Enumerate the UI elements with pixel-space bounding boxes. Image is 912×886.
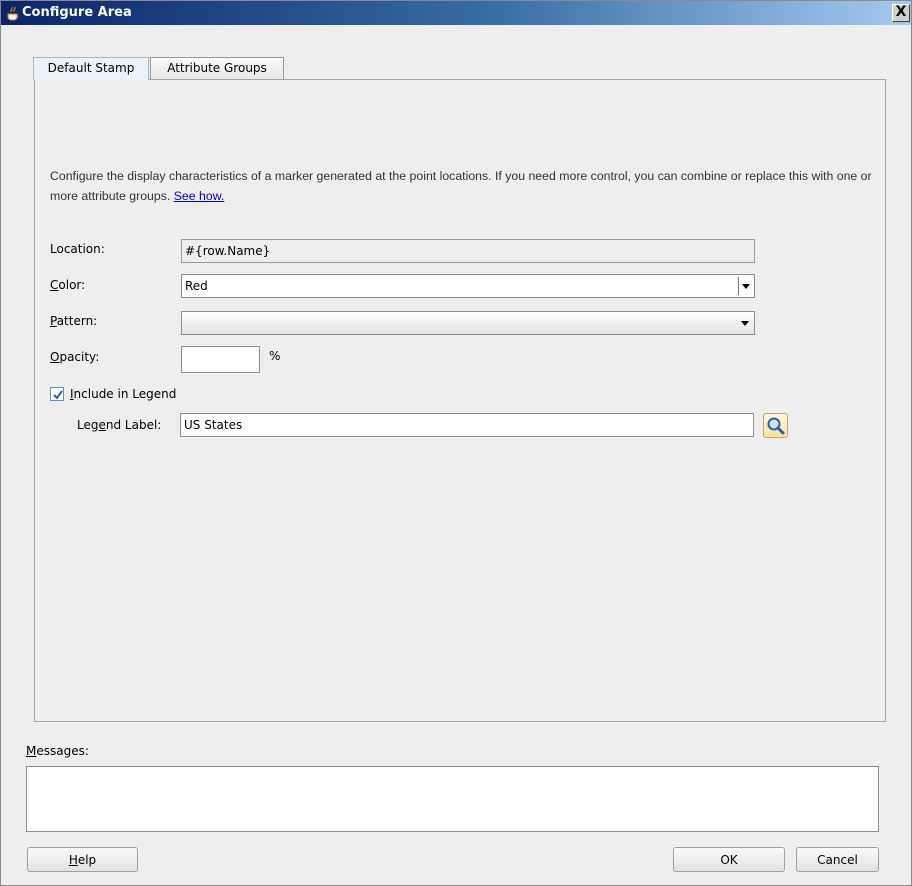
color-value: Red bbox=[185, 279, 208, 293]
tab-default-stamp[interactable]: Default Stamp bbox=[33, 57, 149, 80]
opacity-label: Opacity: bbox=[50, 350, 99, 364]
color-combobox[interactable]: Red bbox=[181, 274, 755, 298]
checkmark-icon bbox=[53, 390, 63, 400]
help-button[interactable]: Help bbox=[27, 847, 138, 872]
java-coffee-cup-icon bbox=[4, 4, 22, 22]
color-label-rest: olor: bbox=[58, 278, 86, 292]
ok-button[interactable]: OK bbox=[673, 847, 785, 872]
color-label: Color: bbox=[50, 278, 85, 292]
configure-area-dialog: Configure Area X Default Stamp Attribute… bbox=[0, 0, 912, 886]
messages-area[interactable] bbox=[26, 766, 879, 832]
opacity-field[interactable] bbox=[181, 346, 260, 373]
help-mnemonic: H bbox=[68, 853, 78, 867]
messages-label-rest: essages: bbox=[36, 744, 89, 758]
cancel-button[interactable]: Cancel bbox=[796, 847, 879, 872]
opacity-unit: % bbox=[269, 349, 281, 363]
include-in-legend-label[interactable]: Include in Legend bbox=[70, 387, 176, 401]
legend-label-pre: Leg bbox=[77, 418, 99, 432]
legend-label-label: Legend Label: bbox=[77, 418, 161, 432]
legend-label-post: nd Label: bbox=[105, 418, 162, 432]
magnifier-icon bbox=[767, 417, 785, 435]
window-title: Configure Area bbox=[22, 5, 132, 20]
pattern-mnemonic: P bbox=[50, 314, 57, 328]
pattern-label: Pattern: bbox=[50, 314, 97, 328]
help-label-rest: elp bbox=[77, 853, 97, 867]
search-button[interactable] bbox=[763, 413, 788, 438]
legend-label-mnemonic: e bbox=[98, 418, 106, 432]
see-how-link[interactable]: See how. bbox=[174, 189, 225, 203]
include-label-rest: nclude in Legend bbox=[73, 387, 177, 401]
messages-mnemonic: M bbox=[26, 744, 37, 758]
messages-label: Messages: bbox=[26, 744, 89, 758]
description-text: Configure the display characteristics of… bbox=[50, 166, 880, 206]
location-field[interactable]: #{row.Name} bbox=[181, 239, 755, 263]
chevron-down-icon[interactable] bbox=[738, 314, 753, 332]
legend-label-field[interactable]: US States bbox=[180, 413, 754, 437]
pattern-label-rest: attern: bbox=[56, 314, 98, 328]
title-bar[interactable]: Configure Area X bbox=[1, 1, 911, 25]
include-in-legend-checkbox[interactable] bbox=[50, 387, 64, 401]
close-button[interactable]: X bbox=[892, 4, 910, 22]
pattern-combobox[interactable] bbox=[181, 311, 755, 335]
tab-attribute-groups[interactable]: Attribute Groups bbox=[150, 57, 284, 79]
opacity-label-rest: pacity: bbox=[59, 350, 100, 364]
chevron-down-icon[interactable] bbox=[738, 277, 753, 295]
location-label: Location: bbox=[50, 242, 105, 256]
